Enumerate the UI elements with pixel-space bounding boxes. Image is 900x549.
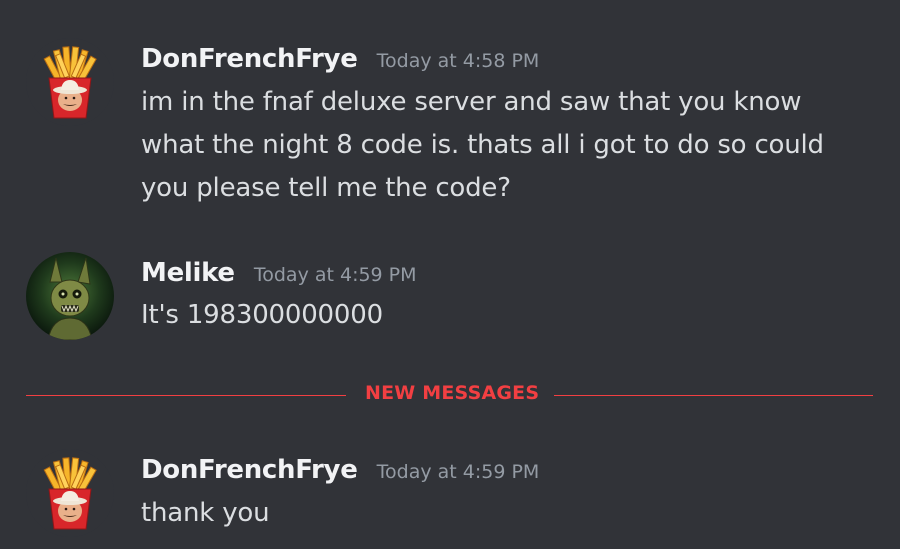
message-content: It's 198300000000: [141, 294, 871, 337]
timestamp[interactable]: Today at 4:59 PM: [377, 461, 540, 483]
message-line: It's 198300000000: [141, 300, 383, 330]
message-line: thank you: [141, 498, 270, 528]
avatar[interactable]: [26, 449, 114, 537]
avatar[interactable]: [26, 38, 114, 126]
french-fries-icon: [26, 449, 114, 537]
springtrap-icon: [26, 252, 114, 340]
message-header: Melike Today at 4:59 PM: [141, 258, 417, 288]
username[interactable]: DonFrenchFrye: [141, 455, 358, 485]
message-content: im in the fnaf deluxe server and saw tha…: [141, 81, 871, 210]
divider-line: [554, 395, 873, 396]
divider-line: [26, 395, 346, 396]
message-content: thank you: [141, 492, 871, 535]
chat-messages: DonFrenchFrye Today at 4:58 PM im in the…: [0, 0, 900, 549]
new-messages-divider: NEW MESSAGES: [26, 382, 873, 408]
new-messages-label: NEW MESSAGES: [365, 382, 540, 404]
timestamp[interactable]: Today at 4:58 PM: [377, 50, 540, 72]
message-header: DonFrenchFrye Today at 4:58 PM: [141, 44, 539, 74]
message-line: you please tell me the code?: [141, 173, 511, 203]
message-header: DonFrenchFrye Today at 4:59 PM: [141, 455, 539, 485]
french-fries-icon: [26, 38, 114, 126]
username[interactable]: Melike: [141, 258, 235, 288]
message-line: what the night 8 code is. thats all i go…: [141, 130, 824, 160]
message-line: im in the fnaf deluxe server and saw tha…: [141, 87, 802, 117]
username[interactable]: DonFrenchFrye: [141, 44, 358, 74]
avatar[interactable]: [26, 252, 114, 340]
timestamp[interactable]: Today at 4:59 PM: [254, 264, 417, 286]
